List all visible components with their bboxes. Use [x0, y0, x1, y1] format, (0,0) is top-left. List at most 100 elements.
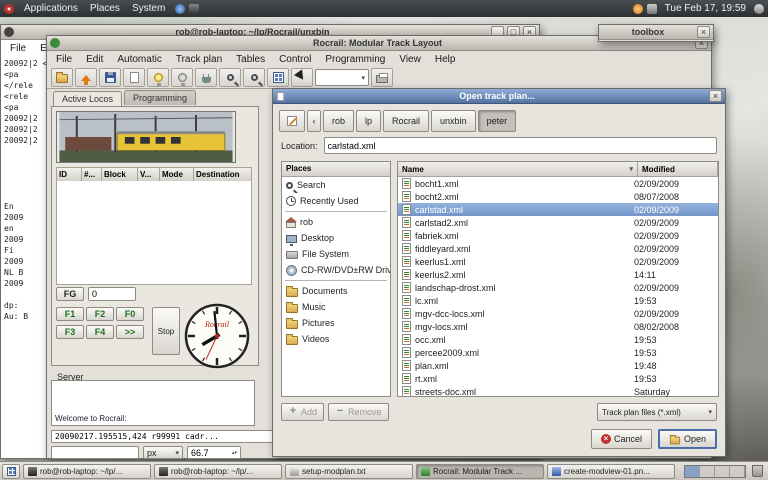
loco-table-body[interactable] [56, 181, 252, 285]
distro-menu-icon[interactable] [4, 4, 14, 14]
update-notifier-icon[interactable] [633, 4, 643, 14]
f4-button[interactable]: F4 [86, 325, 114, 339]
place-item-search[interactable]: Search [282, 177, 390, 193]
menu-tables[interactable]: Tables [229, 53, 272, 66]
terminal-launcher-icon[interactable] [189, 4, 199, 14]
loco-column-mode[interactable]: Mode [160, 167, 194, 182]
menu-track-plan[interactable]: Track plan [169, 53, 229, 66]
toolbox-window[interactable]: toolbox × [598, 24, 714, 42]
f3-button[interactable]: F3 [56, 325, 84, 339]
grid-button[interactable] [267, 68, 289, 87]
trash-icon[interactable] [752, 465, 763, 477]
open-track-plan-dialog[interactable]: Open track plan... × ‹ roblpRocrailunxbi… [272, 88, 726, 457]
path-scroll-left-button[interactable]: ‹ [307, 110, 321, 132]
toolbox-titlebar[interactable]: toolbox × [599, 25, 713, 40]
spinner-arrows-icon[interactable]: ▴▾ [232, 451, 237, 455]
file-row[interactable]: fabriek.xml02/09/2009 [398, 229, 718, 242]
task-button-rob-rob-laptop-lp[interactable]: rob@rob-laptop: ~/lp/... [23, 464, 151, 479]
panel-clock[interactable]: Tue Feb 17, 19:59 [661, 3, 750, 14]
volume-icon[interactable] [754, 4, 764, 14]
network-icon[interactable] [647, 4, 657, 14]
file-row[interactable]: occ.xml19:53 [398, 333, 718, 346]
file-row[interactable]: percee2009.xml19:53 [398, 346, 718, 359]
path-button-peter[interactable]: peter [478, 110, 517, 132]
file-row[interactable]: fiddleyard.xml02/09/2009 [398, 242, 718, 255]
file-row[interactable]: keerlus1.xml02/09/2009 [398, 255, 718, 268]
print-button[interactable] [371, 68, 393, 87]
terminal-menu-file[interactable]: File [3, 42, 33, 55]
toolbox-close-icon[interactable]: × [697, 26, 710, 38]
unit-combo[interactable]: px ▾ [143, 446, 183, 459]
loco-column-id[interactable]: ID [56, 167, 82, 182]
upload-button[interactable] [75, 68, 97, 87]
place-item-recently-used[interactable]: Recently Used [282, 193, 390, 209]
column-header-modified[interactable]: Modified [638, 162, 718, 177]
place-item-documents[interactable]: Documents [282, 283, 390, 299]
menu-programming[interactable]: Programming [318, 53, 392, 66]
power-off-button[interactable] [171, 68, 193, 87]
file-row[interactable]: carlstad2.xml02/09/2009 [398, 216, 718, 229]
file-row[interactable]: lc.xml19:53 [398, 294, 718, 307]
column-header-name[interactable]: Name ▾ [398, 162, 638, 177]
file-row[interactable]: keerlus2.xml14:11 [398, 268, 718, 281]
file-row[interactable]: streets-doc.xmlSaturday [398, 385, 718, 398]
panel-menu-applications[interactable]: Applications [18, 2, 84, 15]
zoom-in-button[interactable] [219, 68, 241, 87]
places-header[interactable]: Places [282, 162, 390, 177]
menu-file[interactable]: File [49, 53, 79, 66]
task-button-create-modview-01-pn[interactable]: create-modview-01.pn... [547, 464, 675, 479]
loco-column-block[interactable]: Block [102, 167, 138, 182]
file-row[interactable]: bocht2.xml08/07/2008 [398, 190, 718, 203]
file-row[interactable]: mgv-dcc-locs.xml02/09/2009 [398, 307, 718, 320]
task-button-rob-rob-laptop-lp[interactable]: rob@rob-laptop: ~/lp/... [154, 464, 282, 479]
f1-button[interactable]: F1 [56, 307, 84, 321]
path-button-rocrail[interactable]: Rocrail [383, 110, 429, 132]
place-item-rob[interactable]: rob [282, 214, 390, 230]
stop-button[interactable]: Stop [152, 307, 180, 355]
menu-help[interactable]: Help [428, 53, 463, 66]
panel-menu-system[interactable]: System [126, 2, 171, 15]
save-button[interactable] [99, 68, 121, 87]
f2-button[interactable]: F2 [86, 307, 114, 321]
open-button[interactable]: Open [658, 429, 717, 449]
path-button-rob[interactable]: rob [323, 110, 354, 132]
f0-button[interactable]: F0 [116, 307, 144, 321]
file-row[interactable]: carlstad.xml02/09/2009 [398, 203, 718, 216]
place-item-music[interactable]: Music [282, 299, 390, 315]
pointer-button[interactable] [291, 68, 313, 87]
status-entry[interactable] [51, 446, 139, 459]
tab-programming[interactable]: Programming [124, 90, 196, 105]
workspace-1[interactable] [685, 466, 700, 477]
path-button-unxbin[interactable]: unxbin [431, 110, 476, 132]
path-button-lp[interactable]: lp [356, 110, 381, 132]
cancel-button[interactable]: ×Cancel [591, 429, 652, 449]
connect-button[interactable] [195, 68, 217, 87]
menu-control[interactable]: Control [272, 53, 318, 66]
power-on-button[interactable] [147, 68, 169, 87]
zoom-spinner[interactable]: 66.7 ▴▾ [187, 446, 241, 459]
zoom-combo[interactable]: ▾ [315, 69, 369, 86]
place-item-desktop[interactable]: Desktop [282, 230, 390, 246]
panel-menu-places[interactable]: Places [84, 2, 126, 15]
type-filename-toggle[interactable] [279, 110, 305, 132]
browser-launcher-icon[interactable] [175, 4, 185, 14]
menu-automatic[interactable]: Automatic [110, 53, 168, 66]
new-plan-button[interactable] [123, 68, 145, 87]
loco-column-destination[interactable]: Destination [194, 167, 252, 182]
task-button-rocrail-modular-track[interactable]: Rocrail: Modular Track ... [416, 464, 544, 479]
file-row[interactable]: mgv-locs.xml08/02/2008 [398, 320, 718, 333]
loco-column-[interactable]: #... [82, 167, 102, 182]
loco-column-v[interactable]: V... [138, 167, 160, 182]
fg-button[interactable]: FG [56, 287, 84, 301]
place-item-file-system[interactable]: File System [282, 246, 390, 262]
workspace-4[interactable] [730, 466, 745, 477]
tab-active-locos[interactable]: Active Locos [53, 91, 122, 106]
file-row[interactable]: bocht1.xml02/09/2009 [398, 177, 718, 190]
show-desktop-button[interactable] [2, 464, 20, 479]
file-row[interactable]: rt.xml19:53 [398, 372, 718, 385]
place-item-cd-rw-dvd-rw-drive[interactable]: CD-RW/DVD±RW Drive [282, 262, 390, 278]
next-loco-button[interactable]: >> [116, 325, 144, 339]
place-item-pictures[interactable]: Pictures [282, 315, 390, 331]
remove-bookmark-button[interactable]: −Remove [328, 403, 389, 421]
workspace-3[interactable] [715, 466, 730, 477]
